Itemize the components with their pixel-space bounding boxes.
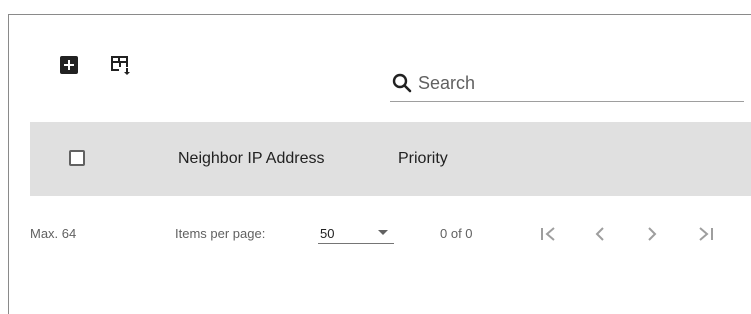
items-per-page-value: 50 (320, 226, 335, 241)
dropdown-arrow-icon (378, 230, 388, 235)
items-per-page-label: Items per page: (175, 226, 266, 241)
column-header-neighbor-ip[interactable]: Neighbor IP Address (178, 150, 324, 168)
table-header-row: Neighbor IP Address Priority (30, 122, 751, 196)
table-footer: Max. 64 Items per page: 50 0 of 0 (0, 218, 751, 254)
first-page-icon[interactable] (536, 222, 560, 246)
last-page-icon[interactable] (694, 222, 718, 246)
table-export-icon[interactable] (108, 53, 132, 77)
next-page-icon[interactable] (640, 222, 664, 246)
search-field[interactable] (390, 66, 744, 102)
previous-page-icon[interactable] (588, 222, 612, 246)
items-per-page-select[interactable]: 50 (318, 218, 394, 244)
select-all-checkbox[interactable] (69, 150, 85, 166)
search-input[interactable] (418, 68, 738, 98)
pagination-range-label: 0 of 0 (440, 226, 473, 241)
search-icon (390, 71, 414, 95)
add-icon[interactable] (57, 53, 81, 77)
column-header-priority[interactable]: Priority (398, 150, 448, 168)
max-entries-label: Max. 64 (30, 226, 77, 241)
